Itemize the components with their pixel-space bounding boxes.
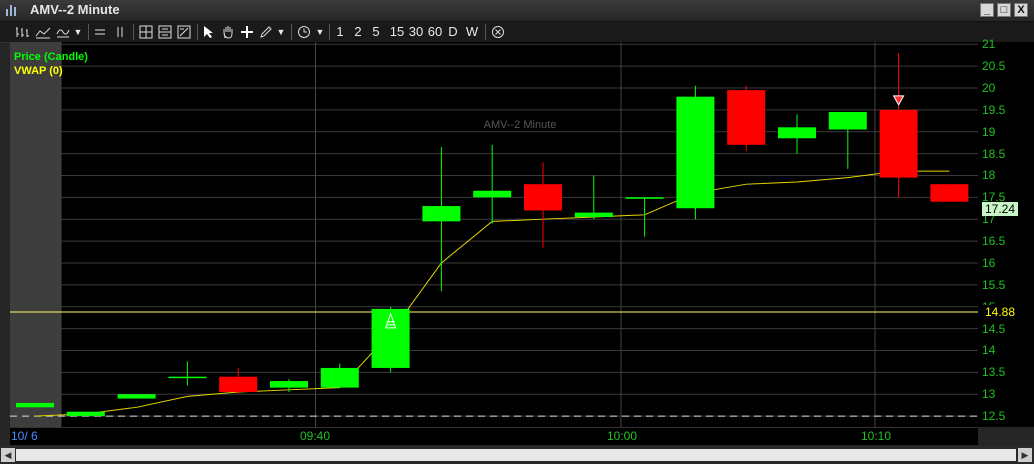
time-axis-tick: 10/ 6 bbox=[11, 429, 38, 443]
price-axis-tick: 21 bbox=[982, 37, 996, 52]
cursor-pointer-icon[interactable] bbox=[201, 23, 217, 41]
horizontal-line-icon[interactable] bbox=[93, 23, 107, 41]
horizontal-line-price-tag: 14.88 bbox=[982, 304, 1019, 319]
price-axis-tick: 13.5 bbox=[982, 365, 1006, 380]
candlestick-plot[interactable]: AMV--2 Minute bbox=[10, 42, 978, 427]
price-axis-tick: 16 bbox=[982, 255, 996, 270]
chart-app-icon bbox=[6, 5, 16, 16]
price-axis[interactable]: 12.51313.51414.51515.51616.51717.51818.5… bbox=[978, 38, 1034, 427]
time-axis-tick: 09:40 bbox=[300, 429, 331, 443]
candle-body bbox=[422, 206, 461, 222]
candle-body bbox=[66, 411, 105, 417]
time-axis[interactable]: 10/ 6 09:40 10:00 10:10 bbox=[10, 427, 978, 445]
chart-toolbar: ▼ ▼ ▼ 1 2 5 15 30 60 D W bbox=[0, 22, 1034, 43]
candle-body bbox=[219, 376, 258, 392]
time-axis-tick: 10:10 bbox=[861, 429, 892, 443]
candle-body bbox=[828, 112, 867, 130]
interval-1-button[interactable]: 1 bbox=[334, 23, 346, 41]
candle-body bbox=[473, 190, 512, 198]
indicator-icon[interactable] bbox=[55, 23, 71, 41]
layout-icon[interactable] bbox=[157, 23, 173, 41]
candle-body bbox=[320, 367, 359, 388]
chart-watermark: AMV--2 Minute bbox=[484, 119, 557, 131]
candle-body bbox=[879, 109, 918, 178]
close-button[interactable]: X bbox=[1014, 3, 1028, 17]
price-axis-tick: 18.5 bbox=[982, 146, 1006, 161]
candle-body bbox=[371, 308, 410, 368]
price-axis-tick: 13 bbox=[982, 387, 996, 402]
chart-pane[interactable]: AMV--2 Minute Price (Candle) VWAP (0) bbox=[10, 42, 978, 427]
candle-body bbox=[168, 376, 207, 379]
interval-60-button[interactable]: 60 bbox=[426, 23, 444, 41]
chart-style-icon[interactable] bbox=[34, 23, 52, 41]
draw-tools-dropdown-icon[interactable]: ▼ bbox=[276, 23, 286, 41]
price-chart[interactable]: AMV--2 Minute Price (Candle) VWAP (0) bbox=[10, 42, 978, 427]
scroll-left-icon[interactable]: ◀ bbox=[1, 448, 15, 462]
horizontal-scrollbar[interactable]: ◀ ▶ bbox=[0, 446, 1034, 464]
candle-body bbox=[625, 197, 664, 199]
cancel-icon[interactable] bbox=[490, 23, 506, 41]
price-axis-tick: 14 bbox=[982, 343, 996, 358]
candle-body bbox=[117, 394, 156, 399]
title-bar[interactable]: AMV--2 Minute _ □ X bbox=[0, 0, 1034, 22]
price-axis-tick: 20 bbox=[982, 80, 996, 95]
interval-2-button[interactable]: 2 bbox=[352, 23, 364, 41]
candle-body bbox=[676, 96, 715, 209]
sell-signal-arrow-icon bbox=[892, 95, 905, 106]
price-axis-tick: 16.5 bbox=[982, 234, 1006, 249]
price-axis-tick: 14.5 bbox=[982, 321, 1006, 336]
candle-body bbox=[930, 184, 969, 202]
period-dropdown-icon[interactable]: ▼ bbox=[315, 23, 325, 41]
crosshair-icon[interactable] bbox=[239, 23, 255, 41]
chart-type-dropdown-icon[interactable]: ▼ bbox=[73, 23, 83, 41]
window-controls: _ □ X bbox=[980, 3, 1028, 17]
price-axis-tick: 12.5 bbox=[982, 409, 1006, 424]
interval-30-button[interactable]: 30 bbox=[407, 23, 425, 41]
bar-chart-icon[interactable] bbox=[14, 23, 30, 41]
price-axis-tick: 18 bbox=[982, 168, 996, 183]
scroll-right-icon[interactable]: ▶ bbox=[1018, 448, 1032, 462]
legend-price: Price (Candle) bbox=[14, 51, 88, 63]
clock-icon[interactable] bbox=[296, 23, 312, 41]
minimize-button[interactable]: _ bbox=[980, 3, 994, 17]
candle-body bbox=[778, 127, 816, 139]
scroll-thumb[interactable] bbox=[16, 449, 1016, 461]
candle-body bbox=[16, 402, 54, 408]
properties-icon[interactable] bbox=[176, 23, 192, 41]
candle-body bbox=[524, 184, 562, 211]
interval-week-button[interactable]: W bbox=[464, 23, 480, 41]
price-axis-tick: 19 bbox=[982, 124, 996, 139]
price-axis-tick: 19.5 bbox=[982, 102, 1006, 117]
price-axis-tick: 20.5 bbox=[982, 59, 1006, 74]
candle-body bbox=[270, 381, 308, 388]
last-price-tag: 17.24 bbox=[982, 201, 1019, 216]
interval-15-button[interactable]: 15 bbox=[388, 23, 406, 41]
grid-icon[interactable] bbox=[138, 23, 154, 41]
chart-legend: Price (Candle) VWAP (0) bbox=[14, 50, 88, 78]
window-title: AMV--2 Minute bbox=[30, 2, 120, 17]
hand-pan-icon[interactable] bbox=[220, 23, 236, 41]
interval-5-button[interactable]: 5 bbox=[370, 23, 382, 41]
pencil-draw-icon[interactable] bbox=[258, 23, 274, 41]
candle-body bbox=[727, 90, 766, 145]
time-axis-tick: 10:00 bbox=[607, 429, 638, 443]
price-axis-tick: 15.5 bbox=[982, 277, 1006, 292]
legend-vwap: VWAP (0) bbox=[14, 65, 63, 77]
maximize-button[interactable]: □ bbox=[997, 3, 1011, 17]
chart-window: AMV--2 Minute _ □ X ▼ ▼ ▼ 1 2 5 15 30 60… bbox=[0, 0, 1034, 464]
candle-body bbox=[574, 212, 613, 217]
interval-day-button[interactable]: D bbox=[446, 23, 460, 41]
vertical-line-icon[interactable] bbox=[113, 23, 127, 41]
